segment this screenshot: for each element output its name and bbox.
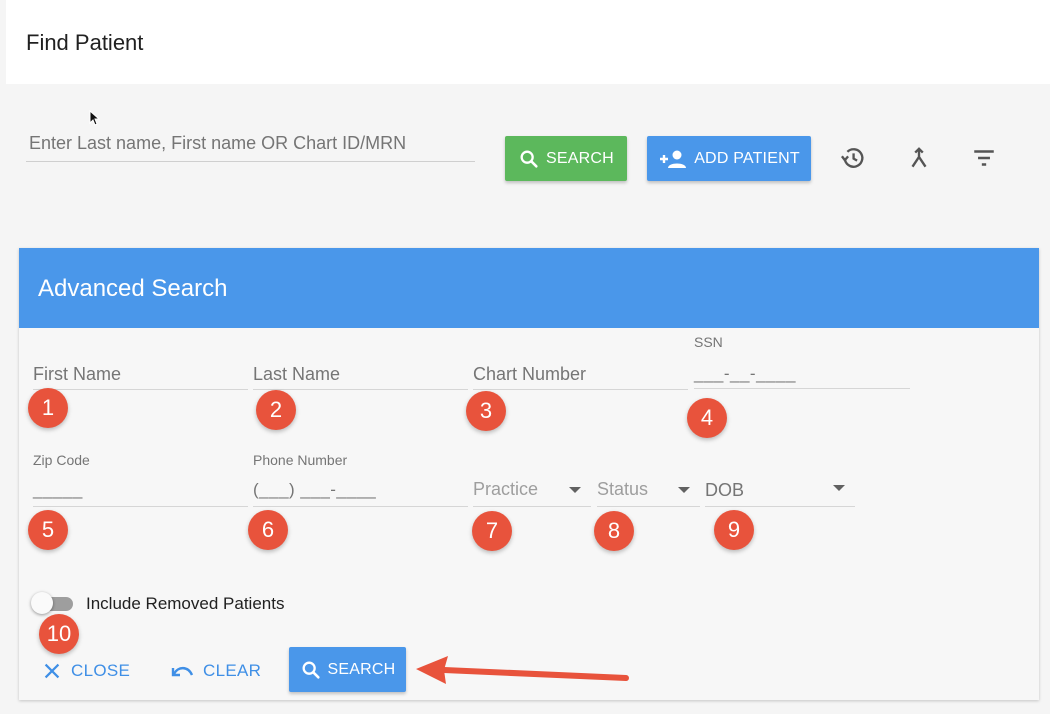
zip-code-label: Zip Code: [33, 452, 90, 468]
annotation-badge-6: 6: [248, 510, 288, 550]
annotation-badge-4: 4: [687, 398, 727, 438]
annotation-badge-7: 7: [472, 511, 512, 551]
advanced-search-button[interactable]: SEARCH: [289, 647, 406, 692]
add-person-icon: [660, 150, 687, 168]
clear-button-label: CLEAR: [203, 661, 262, 680]
include-removed-toggle[interactable]: [31, 592, 75, 614]
status-select[interactable]: Status: [597, 472, 700, 507]
status-dropdown-icon: [678, 487, 690, 493]
close-icon: [44, 663, 60, 679]
annotation-badge-9: 9: [714, 510, 754, 550]
merge-button[interactable]: [904, 143, 934, 173]
close-button[interactable]: CLOSE: [41, 658, 130, 684]
annotation-badge-1: 1: [28, 388, 68, 428]
ssn-mask: ___-__-____: [694, 364, 796, 383]
annotation-badge-3: 3: [466, 391, 506, 431]
merge-icon: [911, 147, 927, 168]
advanced-search-title: Advanced Search: [38, 275, 228, 302]
add-patient-button[interactable]: ADD PATIENT: [647, 136, 811, 181]
annotation-badge-8: 8: [594, 511, 634, 551]
zip-code-mask: _____: [33, 480, 83, 499]
last-name-placeholder: Last Name: [253, 364, 341, 384]
advanced-search-panel: Advanced Search First Name Last Name Cha…: [19, 248, 1039, 700]
page-header: Find Patient: [6, 0, 1050, 84]
first-name-field[interactable]: First Name: [33, 356, 248, 390]
phone-number-field[interactable]: Phone Number (___) ___-____: [253, 452, 468, 507]
search-icon: [302, 661, 320, 679]
history-icon: [840, 148, 864, 168]
search-icon: [520, 150, 538, 168]
toggle-knob: [31, 592, 53, 614]
history-button[interactable]: [838, 143, 868, 173]
mouse-cursor-icon: [89, 110, 101, 126]
last-name-field[interactable]: Last Name: [253, 356, 468, 390]
annotation-badge-10: 10: [39, 614, 79, 654]
include-removed-label: Include Removed Patients: [86, 594, 285, 613]
dob-placeholder: DOB: [705, 480, 745, 500]
ssn-field[interactable]: SSN ___-__-____: [694, 334, 910, 389]
advanced-search-header: Advanced Search: [19, 248, 1039, 328]
phone-number-mask: (___) ___-____: [253, 480, 377, 499]
filter-icon: [974, 150, 994, 166]
close-button-label: CLOSE: [71, 661, 131, 680]
dob-select[interactable]: DOB: [705, 472, 855, 507]
practice-placeholder: Practice: [473, 479, 539, 499]
annotation-arrow: [416, 656, 629, 684]
practice-dropdown-icon: [569, 487, 581, 493]
ssn-label: SSN: [694, 334, 723, 350]
zip-code-field[interactable]: Zip Code _____: [33, 452, 248, 507]
chart-number-placeholder: Chart Number: [473, 364, 587, 384]
undo-icon: [171, 666, 194, 677]
annotation-badge-2: 2: [256, 390, 296, 430]
chart-number-field[interactable]: Chart Number: [473, 356, 688, 390]
phone-number-label: Phone Number: [253, 452, 348, 468]
clear-button[interactable]: CLEAR: [169, 658, 261, 684]
search-button-label: SEARCH: [546, 149, 614, 167]
search-button[interactable]: SEARCH: [505, 136, 627, 181]
first-name-placeholder: First Name: [33, 364, 122, 384]
dob-dropdown-icon: [833, 485, 845, 491]
filter-button[interactable]: [969, 143, 999, 173]
annotation-badge-5: 5: [28, 510, 68, 550]
practice-select[interactable]: Practice: [473, 472, 591, 507]
status-placeholder: Status: [597, 479, 649, 499]
page-title: Find Patient: [26, 30, 144, 55]
advanced-search-button-label: SEARCH: [327, 660, 396, 678]
patient-search-input[interactable]: [26, 126, 475, 162]
add-patient-label: ADD PATIENT: [694, 149, 800, 167]
